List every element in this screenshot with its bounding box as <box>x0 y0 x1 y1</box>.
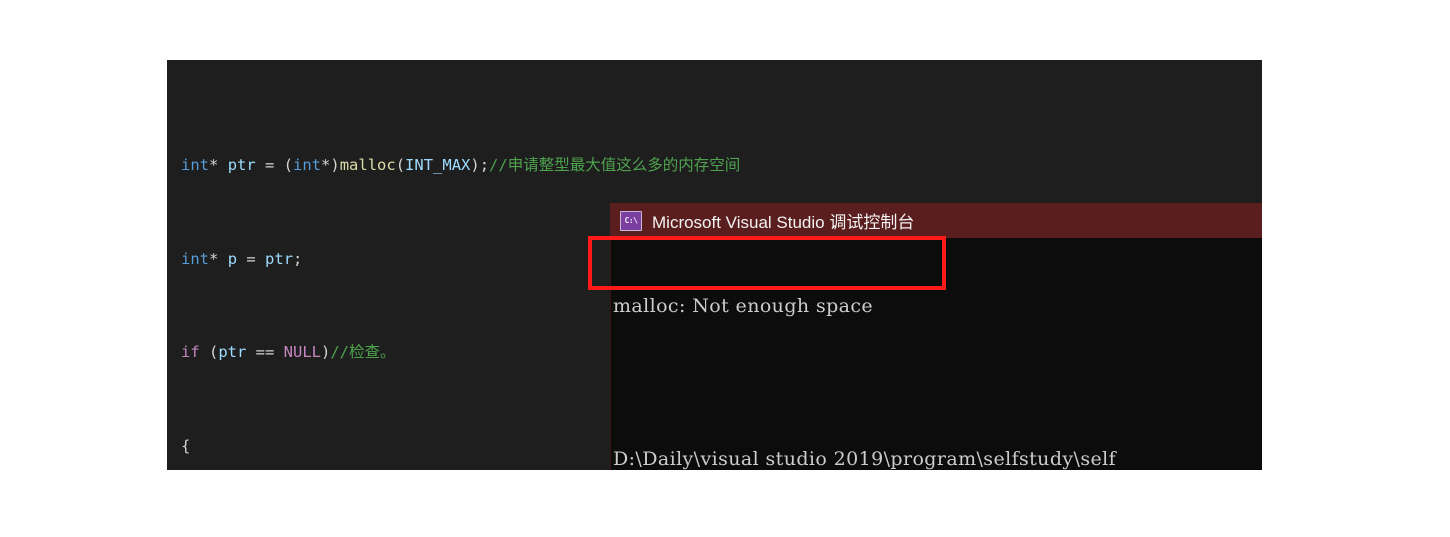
token-keyword: int <box>293 156 322 175</box>
token-comment: //检查。 <box>330 343 396 362</box>
token-control: if <box>181 343 200 362</box>
token-macro: INT_MAX <box>405 156 471 175</box>
token-identifier: ptr <box>227 156 256 175</box>
token-comment: //申请整型最大值这么多的内存空间 <box>489 156 741 175</box>
console-title: Microsoft Visual Studio 调试控制台 <box>652 213 915 232</box>
token-operator: * <box>209 156 219 175</box>
console-text: malloc: Not enough space D:\Daily\visual… <box>613 243 1116 470</box>
console-output-area[interactable]: malloc: Not enough space D:\Daily\visual… <box>610 238 1262 470</box>
token-function: malloc <box>339 156 396 175</box>
console-icon-glyph: C:\ <box>624 215 638 225</box>
console-cmd-icon: C:\ <box>620 210 642 231</box>
token-keyword: int <box>181 156 209 175</box>
debug-console-window[interactable]: C:\ Microsoft Visual Studio 调试控制台 malloc… <box>610 203 1262 470</box>
code-line: int* ptr = (int*)malloc(INT_MAX);//申请整型最… <box>181 156 741 175</box>
console-line: D:\Daily\visual studio 2019\program\self… <box>613 448 1117 470</box>
console-line: malloc: Not enough space <box>613 295 874 317</box>
console-titlebar[interactable]: C:\ Microsoft Visual Studio 调试控制台 <box>610 203 1262 238</box>
